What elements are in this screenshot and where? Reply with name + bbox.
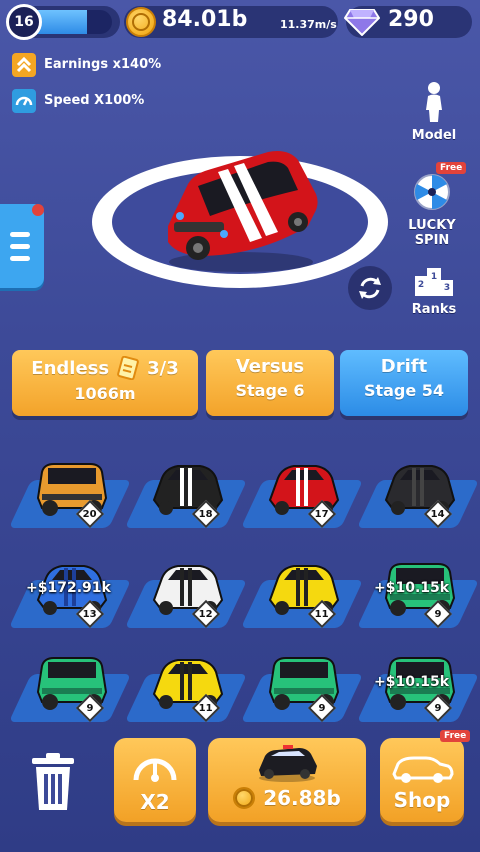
- earning-popup: +$10.15k: [374, 674, 450, 690]
- x2-label: X2: [140, 790, 170, 814]
- car-level: 17: [315, 508, 329, 520]
- endless-count: 3/3: [147, 357, 179, 379]
- garage-slot[interactable]: 9 +$10.15k: [356, 640, 480, 730]
- lucky-spin-button[interactable]: Free LUCKY SPIN: [392, 162, 472, 248]
- coin-icon: [233, 787, 256, 809]
- coin-icon: [126, 7, 156, 37]
- car-level: 20: [83, 508, 97, 520]
- svg-text:1: 1: [431, 272, 437, 282]
- car-level: 9: [434, 608, 442, 620]
- endless-mode-button[interactable]: Endless 3/3 1066m: [12, 350, 198, 416]
- svg-text:3: 3: [444, 283, 450, 293]
- shop-label: Shop: [393, 788, 451, 812]
- menu-icon-line: [10, 256, 30, 261]
- car-level: 9: [318, 702, 326, 714]
- wheel-icon: [414, 174, 450, 210]
- ranks-label: Ranks: [411, 302, 457, 317]
- podium-icon: 1 2 3: [415, 268, 453, 296]
- earnings-boost-label: Earnings x140%: [44, 57, 162, 72]
- earning-popup: +$10.15k: [374, 580, 450, 596]
- diamond-icon: [344, 9, 380, 36]
- endless-title: Endless: [31, 357, 110, 379]
- garage-slot[interactable]: 20: [8, 446, 132, 536]
- car-level: 14: [431, 508, 445, 520]
- hero-car[interactable]: [158, 144, 324, 274]
- rotate-button[interactable]: [348, 266, 392, 310]
- model-label: Model: [411, 128, 457, 143]
- refresh-icon: [359, 277, 381, 299]
- garage-slot[interactable]: 18: [124, 446, 248, 536]
- speed-boost-label: Speed X100%: [44, 93, 145, 108]
- garage-slot[interactable]: 14: [356, 446, 480, 536]
- car-level: 9: [86, 702, 94, 714]
- level-badge: 16: [6, 4, 42, 40]
- endless-distance: 1066m: [74, 384, 136, 403]
- speedometer-icon: [12, 89, 36, 113]
- lucky-spin-label: LUCKY SPIN: [408, 218, 456, 248]
- garage-slot[interactable]: 13 +$172.91k: [8, 546, 132, 636]
- car-level: 18: [199, 508, 213, 520]
- garage-slot[interactable]: 11: [240, 546, 364, 636]
- shop-button[interactable]: Free Shop: [380, 730, 471, 822]
- car-outline-icon: [392, 756, 454, 783]
- garage-slot[interactable]: 12: [124, 546, 248, 636]
- versus-stage: Stage 6: [235, 381, 305, 400]
- earning-popup: +$172.91k: [26, 580, 111, 596]
- garage-slot[interactable]: 17: [240, 446, 364, 536]
- car-level: 9: [434, 702, 442, 714]
- menu-icon-line: [10, 244, 30, 249]
- drift-stage: Stage 54: [363, 381, 445, 400]
- ranks-button[interactable]: 1 2 3 Ranks: [394, 266, 474, 317]
- free-badge: Free: [440, 730, 471, 742]
- model-icon: [426, 82, 442, 122]
- buy-price: 26.88b: [263, 786, 341, 810]
- money-amount: 84.01b: [162, 7, 248, 32]
- garage-slot[interactable]: 9 +$10.15k: [356, 546, 480, 636]
- car-level: 11: [199, 702, 213, 714]
- versus-mode-button[interactable]: Versus Stage 6: [206, 350, 334, 416]
- x2-boost-button[interactable]: X2: [114, 738, 196, 822]
- garage-slot[interactable]: 9: [8, 640, 132, 730]
- chevron-up-icon: [12, 53, 36, 77]
- svg-text:2: 2: [418, 280, 424, 290]
- garage-slot[interactable]: 11: [124, 640, 248, 730]
- speedometer-icon: [133, 758, 177, 782]
- drift-mode-button[interactable]: Drift Stage 54: [340, 350, 468, 416]
- gem-amount: 290: [388, 7, 434, 32]
- garage-slot[interactable]: 9: [240, 640, 364, 730]
- speed-readout: 11.37m/s: [280, 18, 337, 31]
- free-badge: Free: [436, 162, 467, 174]
- versus-title: Versus: [235, 356, 305, 377]
- ticket-icon: [117, 356, 139, 380]
- car-level: 13: [83, 608, 97, 620]
- menu-icon: [10, 232, 30, 237]
- notification-dot: [32, 204, 44, 216]
- model-button[interactable]: Model: [394, 80, 474, 143]
- buy-car-button[interactable]: 26.88b: [208, 738, 366, 822]
- car-level: 12: [199, 608, 213, 620]
- trash-icon[interactable]: [28, 752, 78, 812]
- side-menu-button[interactable]: [0, 204, 44, 288]
- police-car-icon: [259, 745, 317, 782]
- drift-title: Drift: [380, 356, 428, 377]
- level-progress-bar: [30, 10, 112, 34]
- car-level: 11: [315, 608, 329, 620]
